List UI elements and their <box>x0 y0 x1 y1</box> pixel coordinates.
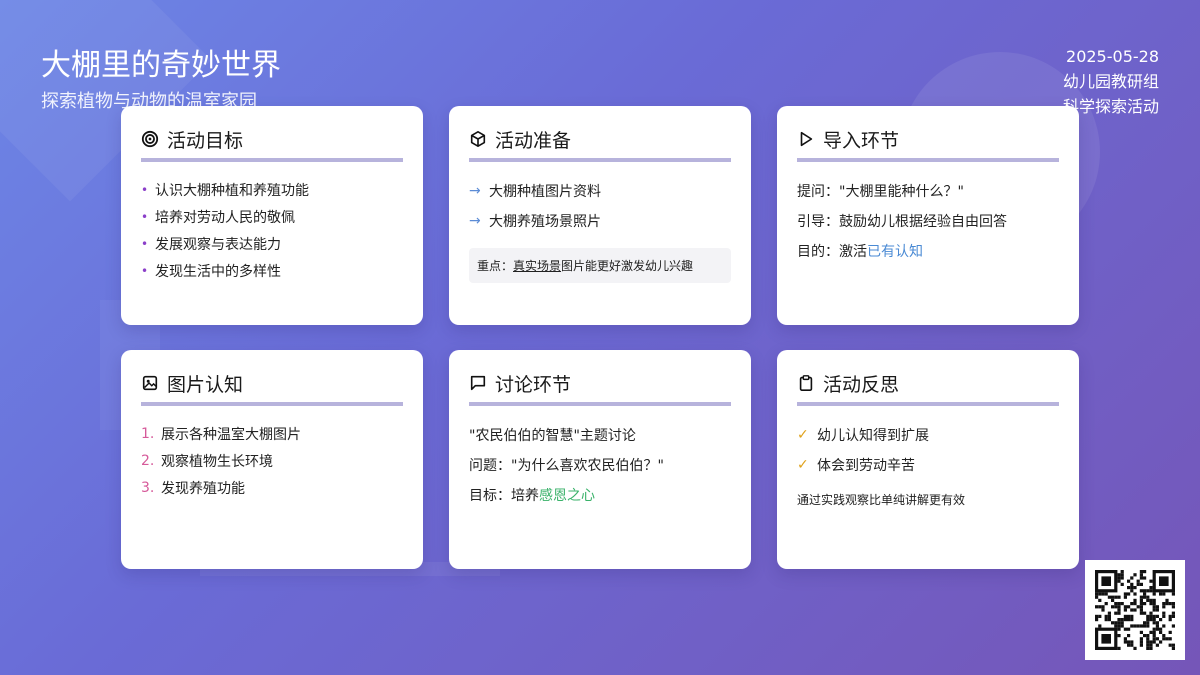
card-title: 图片认知 <box>167 373 244 396</box>
list-item: • 发现生活中的多样性 <box>141 263 281 280</box>
card-title: 活动准备 <box>495 129 572 152</box>
bullet-icon: • <box>141 236 149 251</box>
list-item: ✓ 体会到劳动辛苦 <box>797 457 915 474</box>
list-item: "农民伯伯的智慧"主题讨论 <box>469 428 636 444</box>
list-item: • 认识大棚种植和养殖功能 <box>141 182 309 199</box>
card-reflection: 活动反思 ✓ 幼儿认知得到扩展 ✓ 体会到劳动辛苦 通过实践观察比单纯讲解更有效 <box>777 350 1079 569</box>
org-label: 幼儿园教研组 <box>1062 72 1159 91</box>
list-item: 3. 发现养殖功能 <box>141 479 245 497</box>
date-label: 2025-05-28 <box>1066 47 1159 66</box>
bullet-icon: • <box>141 209 149 224</box>
qr-code-icon <box>1085 560 1185 660</box>
card-header: 活动反思 <box>797 370 1059 406</box>
arrow-right-icon: → <box>469 183 481 199</box>
clipboard-icon <box>799 375 813 392</box>
list-item: 目的： 激活 已有认知 <box>797 244 923 260</box>
card-header: 讨论环节 <box>469 370 731 406</box>
list-item: • 培养对劳动人民的敬佩 <box>141 209 295 226</box>
check-icon: ✓ <box>797 427 809 443</box>
box-icon <box>470 130 486 148</box>
card-pictures: 图片认知 1. 展示各种温室大棚图片 2. 观察植物生长环境 3. 发现养殖功能 <box>121 350 423 569</box>
card-header: 图片认知 <box>141 370 403 406</box>
reflection-note: 通过实践观察比单纯讲解更有效 <box>797 493 966 507</box>
card-header: 活动准备 <box>469 126 731 162</box>
card-goals: 活动目标 • 认识大棚种植和养殖功能 • 培养对劳动人民的敬佩 • 发展观察与表达能力… <box>121 106 423 325</box>
play-icon <box>800 131 813 147</box>
list-item: 1. 展示各种温室大棚图片 <box>141 425 301 443</box>
card-prep: 活动准备 → 大棚种植图片资料 → 大棚养殖场景照片 重点：真实场景图片能更好激发幼… <box>449 106 751 325</box>
page-title: 大棚里的奇妙世界 <box>41 48 281 83</box>
check-icon: ✓ <box>797 457 809 473</box>
card-title: 活动反思 <box>823 373 900 396</box>
image-icon <box>142 375 158 391</box>
bullet-icon: • <box>141 182 149 197</box>
card-discussion: 讨论环节 "农民伯伯的智慧"主题讨论 问题： "为什么喜欢农民伯伯？" 目标： 培养… <box>449 350 751 569</box>
note-highlight: 真实场景 <box>513 259 562 273</box>
list-item: → 大棚养殖场景照片 <box>469 213 601 230</box>
list-item: 问题： "为什么喜欢农民伯伯？" <box>469 458 664 474</box>
list-item: → 大棚种植图片资料 <box>469 183 601 200</box>
list-item: 目标： 培养 感恩之心 <box>469 488 595 504</box>
list-item: 2. 观察植物生长环境 <box>141 452 273 470</box>
card-title: 导入环节 <box>823 129 900 152</box>
header-meta: 2025-05-28 幼儿园教研组 科学探索活动 <box>1063 44 1159 119</box>
list-item: 提问： "大棚里能种什么？" <box>797 184 964 200</box>
list-item: • 发展观察与表达能力 <box>141 236 281 253</box>
list-item: ✓ 幼儿认知得到扩展 <box>797 427 929 444</box>
card-title: 活动目标 <box>167 129 244 152</box>
note-box: 重点：真实场景图片能更好激发幼儿兴趣 <box>469 248 731 283</box>
card-title: 讨论环节 <box>495 373 572 396</box>
chat-icon <box>470 375 486 391</box>
card-intro: 导入环节 提问： "大棚里能种什么？" 引导： 鼓励幼儿根据经验自由回答 目的： 激活… <box>777 106 1079 325</box>
card-header: 活动目标 <box>141 126 403 162</box>
arrow-right-icon: → <box>469 213 481 229</box>
bullet-icon: • <box>141 263 149 278</box>
list-item: 引导： 鼓励幼儿根据经验自由回答 <box>797 214 1007 230</box>
card-header: 导入环节 <box>797 126 1059 162</box>
target-icon <box>141 130 159 148</box>
